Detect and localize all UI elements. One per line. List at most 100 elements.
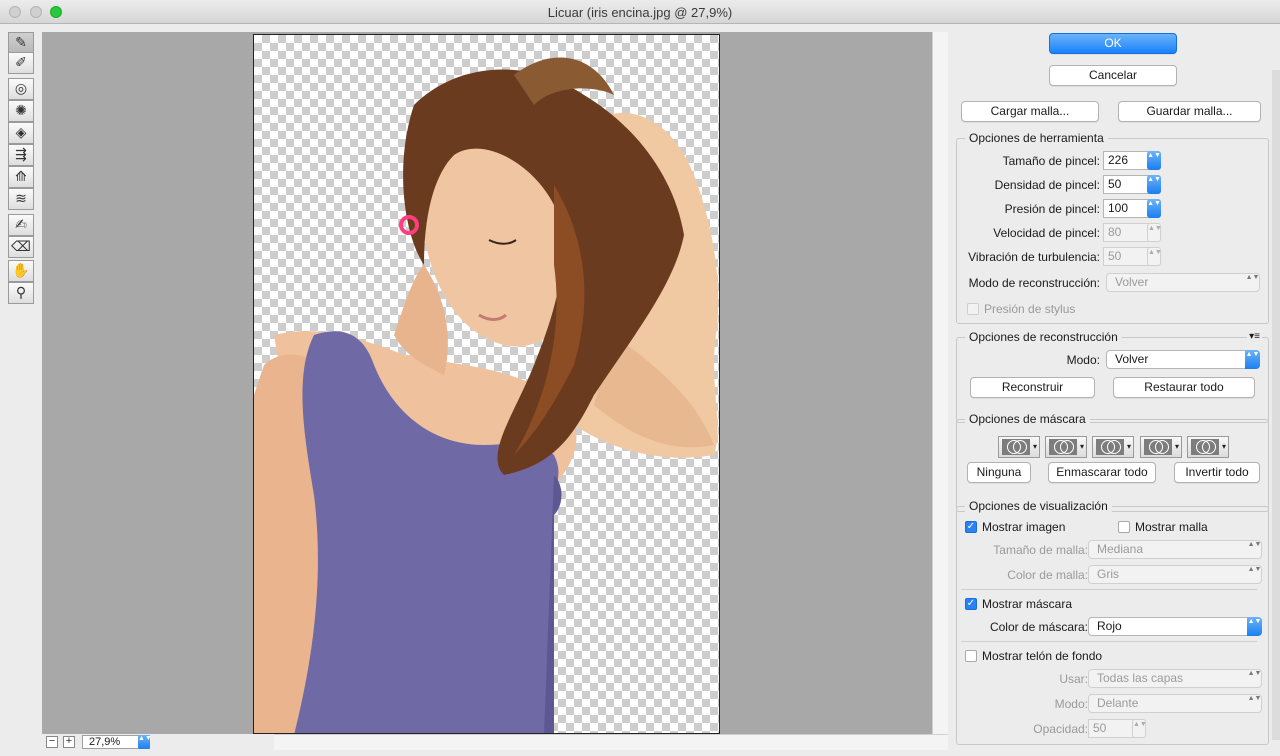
tools-panel: ✎ ✐ ◎ ✺ ◈ ⇶ ⟰ ≋ ✍ ⌫ ✋ ⚲	[6, 30, 36, 750]
vertical-scrollbar[interactable]	[932, 32, 948, 734]
preview-canvas[interactable]	[42, 32, 932, 734]
zoom-level-stepper[interactable]: ▲▼	[138, 735, 152, 749]
cancel-button[interactable]: Cancelar	[1049, 65, 1177, 86]
dropdown-arrow-icon: ▾	[1221, 442, 1226, 451]
mask-intersect-button[interactable]: ▾	[1140, 436, 1182, 458]
options-panel: OK Cancelar Cargar malla... Guardar mall…	[952, 24, 1280, 756]
mesh-color-value: Gris	[1097, 567, 1119, 581]
mask-add-icon	[1049, 439, 1077, 455]
backdrop-opacity-stepper[interactable]: ▲▼	[1132, 719, 1147, 738]
backdrop-mode-label: Modo:	[1054, 697, 1088, 711]
backdrop-mode-select[interactable]: Delante ▲▼	[1088, 694, 1262, 713]
select-arrows-icon: ▲▼	[1247, 566, 1262, 573]
mesh-color-select[interactable]: Gris ▲▼	[1088, 565, 1262, 584]
separator	[961, 641, 1257, 642]
reconstruct-mode-label: Modo de reconstrucción:	[968, 276, 1100, 290]
brush-rate-stepper[interactable]: ▲▼	[1147, 223, 1162, 242]
select-arrows-icon: ▲▼	[1247, 670, 1262, 677]
reconstruct-mode-value: Volver	[1115, 275, 1149, 289]
load-mesh-button[interactable]: Cargar malla...	[961, 101, 1099, 122]
mesh-color-label: Color de malla:	[1007, 568, 1088, 582]
backdrop-mode-value: Delante	[1097, 696, 1139, 710]
show-mask-label: Mostrar máscara	[982, 597, 1073, 611]
view-options-title: Opciones de visualización	[965, 499, 1112, 513]
tool-options-title: Opciones de herramienta	[965, 131, 1108, 145]
restore-all-button[interactable]: Restaurar todo	[1113, 377, 1255, 398]
backdrop-use-value: Todas las capas	[1097, 671, 1184, 685]
stylus-pressure-label: Presión de stylus	[984, 302, 1076, 316]
mask-invert-icon	[1191, 439, 1219, 455]
mask-subtract-icon	[1096, 439, 1124, 455]
freeze-mask-tool-icon[interactable]: ✍	[8, 214, 34, 236]
select-arrows-icon: ▲▼	[1247, 541, 1262, 548]
preview-image[interactable]	[253, 34, 720, 734]
mask-color-select[interactable]: Rojo ▲▼	[1088, 617, 1262, 636]
window-edge	[1272, 70, 1280, 740]
reconstruct-mode-label-2: Modo:	[1066, 353, 1100, 367]
show-backdrop-label: Mostrar telón de fondo	[982, 649, 1103, 663]
mesh-size-select[interactable]: Mediana ▲▼	[1088, 540, 1262, 559]
backdrop-use-label: Usar:	[1059, 672, 1088, 686]
show-mesh-checkbox[interactable]	[1118, 521, 1130, 533]
zoom-out-button[interactable]: −	[46, 736, 58, 748]
backdrop-opacity-label: Opacidad:	[1033, 722, 1088, 736]
stylus-pressure-checkbox[interactable]	[967, 303, 979, 315]
mesh-size-value: Mediana	[1097, 542, 1144, 556]
select-arrows-icon: ▲▼	[1247, 695, 1262, 702]
mask-all-button[interactable]: Enmascarar todo	[1048, 462, 1156, 483]
show-mesh-label: Mostrar malla	[1135, 520, 1208, 534]
reconstruct-tool-icon[interactable]: ✐	[8, 52, 34, 74]
mirror-tool-icon[interactable]: ⟰	[8, 166, 34, 188]
brush-pressure-label: Presión de pincel:	[1004, 202, 1100, 216]
show-image-checkbox[interactable]: ✓	[965, 521, 977, 533]
brush-density-stepper[interactable]: ▲▼	[1147, 175, 1161, 194]
mask-add-button[interactable]: ▾	[1045, 436, 1087, 458]
dropdown-arrow-icon: ▾	[1079, 442, 1084, 451]
dropdown-arrow-icon: ▾	[1126, 442, 1131, 451]
select-arrows-icon: ▲▼	[1247, 617, 1262, 636]
brush-size-stepper[interactable]: ▲▼	[1147, 151, 1161, 170]
brush-size-label: Tamaño de pincel:	[1002, 154, 1100, 168]
push-left-tool-icon[interactable]: ⇶	[8, 144, 34, 166]
horizontal-scrollbar[interactable]	[274, 734, 948, 750]
turbulent-jitter-label: Vibración de turbulencia:	[968, 250, 1100, 264]
mask-invert-button[interactable]: ▾	[1187, 436, 1229, 458]
select-arrows-icon: ▲▼	[1245, 274, 1260, 281]
reconstruct-options-mode-select[interactable]: Volver ▲▼	[1106, 350, 1260, 369]
backdrop-use-select[interactable]: Todas las capas ▲▼	[1088, 669, 1262, 688]
twirl-tool-icon[interactable]: ◎	[8, 78, 34, 100]
dropdown-arrow-icon: ▾	[1032, 442, 1037, 451]
hand-tool-icon[interactable]: ✋	[8, 260, 34, 282]
ok-button[interactable]: OK	[1049, 33, 1177, 54]
mask-replace-icon	[1002, 439, 1030, 455]
zoom-in-button[interactable]: +	[63, 736, 75, 748]
show-backdrop-checkbox[interactable]	[965, 650, 977, 662]
show-image-label: Mostrar imagen	[982, 520, 1066, 534]
brush-pressure-stepper[interactable]: ▲▼	[1147, 199, 1161, 218]
mask-none-button[interactable]: Ninguna	[967, 462, 1031, 483]
show-mask-checkbox[interactable]: ✓	[965, 598, 977, 610]
invert-all-button[interactable]: Invertir todo	[1174, 462, 1260, 483]
save-mesh-button[interactable]: Guardar malla...	[1118, 101, 1261, 122]
mask-subtract-button[interactable]: ▾	[1092, 436, 1134, 458]
title-bar: Licuar (iris encina.jpg @ 27,9%)	[0, 0, 1280, 24]
window-title: Licuar (iris encina.jpg @ 27,9%)	[547, 5, 733, 20]
thaw-mask-tool-icon[interactable]: ⌫	[8, 236, 34, 258]
reconstruct-options-title: Opciones de reconstrucción	[965, 330, 1122, 344]
forward-warp-tool-icon[interactable]: ✎	[8, 32, 34, 54]
zoom-tool-icon[interactable]: ⚲	[8, 282, 34, 304]
brush-density-label: Densidad de pincel:	[994, 178, 1100, 192]
pucker-tool-icon[interactable]: ✺	[8, 100, 34, 122]
tool-options-group: Opciones de herramienta Tamaño de pincel…	[956, 131, 1269, 324]
options-menu-icon[interactable]: ▾≡	[1247, 331, 1262, 342]
reconstruct-mode-select[interactable]: Volver ▲▼	[1106, 273, 1260, 292]
reconstruct-options-mode-value: Volver	[1115, 352, 1149, 366]
turbulence-tool-icon[interactable]: ≋	[8, 188, 34, 210]
portrait-image	[254, 57, 719, 733]
mask-replace-button[interactable]: ▾	[998, 436, 1040, 458]
reconstruct-button[interactable]: Reconstruir	[970, 377, 1095, 398]
bloat-tool-icon[interactable]: ◈	[8, 122, 34, 144]
mask-options-title: Opciones de máscara	[965, 412, 1090, 426]
turbulent-jitter-stepper[interactable]: ▲▼	[1147, 247, 1162, 266]
brush-rate-label: Velocidad de pincel:	[993, 226, 1100, 240]
